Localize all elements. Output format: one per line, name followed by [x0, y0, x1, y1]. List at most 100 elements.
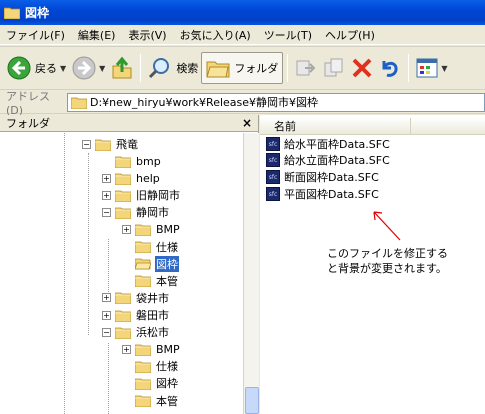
folders-label: フォルダ [234, 62, 279, 75]
menu-tools[interactable]: ツール(T) [264, 27, 312, 43]
views-icon [416, 58, 438, 78]
expand-plus-icon[interactable]: + [122, 225, 131, 234]
search-label: 検索 [176, 62, 199, 75]
tree-node-label: 旧静岡市 [136, 189, 180, 203]
views-dropdown-icon[interactable]: ▼ [441, 64, 447, 73]
folder-icon [135, 378, 151, 390]
copy-to-icon [324, 58, 343, 77]
menu-file[interactable]: ファイル(F) [6, 27, 65, 43]
menu-help[interactable]: ヘルプ(H) [325, 27, 375, 43]
folder-icon [135, 344, 151, 356]
sfc-file-icon: sfc [266, 137, 280, 151]
tree-node[interactable]: + 磐田市 [102, 307, 170, 323]
folder-pane: フォルダ × − 飛竜 bmp + help + 旧静岡市 − 静岡市 + BMP 仕様 図枠 本管 + 袋井… [0, 115, 259, 414]
menu-view[interactable]: 表示(V) [128, 27, 166, 43]
tree-node[interactable]: − 静岡市 [102, 204, 170, 220]
toolbar-separator [408, 54, 410, 82]
forward-button[interactable]: ▼ [69, 51, 108, 85]
column-name-label: 名前 [274, 117, 411, 134]
forward-dropdown-icon[interactable]: ▼ [99, 64, 105, 73]
tree-node[interactable]: − 浜松市 [102, 324, 170, 340]
tree-guide-line [64, 133, 65, 414]
collapse-minus-icon[interactable]: − [102, 207, 111, 217]
up-folder-button[interactable] [108, 51, 136, 85]
file-item[interactable]: sfc 断面図枠Data.SFC [266, 169, 379, 185]
move-to-button[interactable] [292, 51, 320, 85]
folder-icon [4, 7, 20, 19]
expand-plus-icon[interactable]: + [102, 173, 111, 183]
folders-button[interactable]: フォルダ [201, 52, 284, 84]
vertical-scrollbar[interactable] [243, 133, 259, 414]
undo-icon [382, 61, 398, 77]
folder-icon [115, 292, 131, 305]
folder-icon [135, 395, 151, 407]
tree-node[interactable]: + BMP [122, 341, 181, 357]
tree-node-label: 本管 [156, 394, 178, 408]
tree-node[interactable]: 図枠 [122, 255, 179, 272]
tree-node-label: 仕様 [156, 360, 178, 374]
file-item[interactable]: sfc 給水立面枠Data.SFC [266, 152, 390, 168]
close-icon[interactable]: × [242, 116, 252, 130]
title-bar[interactable]: 図枠 [0, 0, 485, 25]
file-name: 給水平面枠Data.SFC [284, 138, 390, 151]
open-folder-icon [135, 258, 151, 270]
folder-tree: − 飛竜 bmp + help + 旧静岡市 − 静岡市 + BMP 仕様 図枠 本管 + 袋井市 + 磐田市 − 浜… [0, 133, 243, 414]
tree-node-label: bmp [136, 154, 161, 168]
back-button[interactable]: 戻る ▼ [4, 51, 69, 85]
tree-node-label: 図枠 [155, 255, 179, 272]
tree-node[interactable]: 仕様 [122, 239, 179, 255]
delete-icon [352, 58, 372, 78]
expand-plus-icon[interactable]: + [102, 190, 111, 200]
column-header-name[interactable]: 名前 [260, 117, 485, 135]
tree-node[interactable]: − 飛竜 [82, 136, 139, 152]
tree-node-label: 浜松市 [136, 326, 169, 340]
tree-node-label: 図枠 [156, 377, 178, 391]
menu-edit[interactable]: 編集(E) [78, 27, 116, 43]
tree-node[interactable]: 図枠 [122, 375, 179, 391]
folder-pane-title: フォルダ [6, 117, 50, 130]
tree-node[interactable]: + BMP [122, 222, 181, 238]
file-name: 断面図枠Data.SFC [284, 171, 379, 184]
toolbar-separator [140, 54, 142, 82]
forward-arrow-icon [72, 56, 96, 80]
expand-plus-icon[interactable]: + [122, 344, 131, 354]
address-label: アドレス(D) [6, 89, 50, 117]
expand-plus-icon[interactable]: + [102, 310, 111, 320]
expand-plus-icon[interactable]: + [102, 293, 111, 303]
file-item[interactable]: sfc 給水平面枠Data.SFC [266, 136, 390, 152]
tree-node[interactable]: + help [102, 170, 161, 186]
collapse-minus-icon[interactable]: − [102, 327, 111, 337]
tree-node[interactable]: 本管 [122, 273, 179, 289]
back-dropdown-icon[interactable]: ▼ [60, 64, 66, 73]
folder-icon [115, 327, 131, 339]
annotation-line-1: このファイルを修正する [327, 247, 448, 260]
tree-node-label: 磐田市 [136, 309, 169, 322]
scrollbar-thumb[interactable] [245, 387, 259, 414]
tree-node-label: 静岡市 [136, 206, 169, 220]
delete-button[interactable] [348, 51, 376, 85]
search-button[interactable]: 検索 [145, 51, 201, 85]
annotation-arrow-icon [373, 211, 401, 241]
undo-button[interactable] [376, 51, 404, 85]
explorer-window: 図枠 ファイル(F) 編集(E) 表示(V) お気に入り(A) ツール(T) ヘ… [0, 0, 485, 414]
back-label: 戻る [35, 62, 57, 75]
tree-node-label: help [136, 171, 160, 185]
address-path: D:¥new_hiryu¥work¥Release¥静岡市¥図枠 [90, 96, 319, 109]
collapse-minus-icon[interactable]: − [82, 139, 91, 149]
menu-favorites[interactable]: お気に入り(A) [180, 27, 251, 43]
annotation-line-2: と背景が変更されます。 [327, 262, 447, 275]
folder-icon [135, 361, 151, 373]
menu-bar: ファイル(F) 編集(E) 表示(V) お気に入り(A) ツール(T) ヘルプ(… [0, 25, 485, 45]
up-folder-icon [112, 56, 132, 79]
views-button[interactable]: ▼ [413, 51, 450, 85]
address-field[interactable]: D:¥new_hiryu¥work¥Release¥静岡市¥図枠 [67, 92, 485, 112]
folder-pane-header: フォルダ × [0, 115, 258, 132]
tree-node[interactable]: + 袋井市 [102, 290, 170, 306]
copy-to-button[interactable] [320, 51, 348, 85]
tree-node[interactable]: 仕様 [122, 358, 179, 374]
tree-node[interactable]: bmp [102, 153, 162, 169]
tree-node[interactable]: + 旧静岡市 [102, 187, 181, 203]
search-icon [149, 58, 170, 79]
tree-guide-line [88, 153, 89, 335]
tree-node[interactable]: 本管 [122, 393, 179, 409]
